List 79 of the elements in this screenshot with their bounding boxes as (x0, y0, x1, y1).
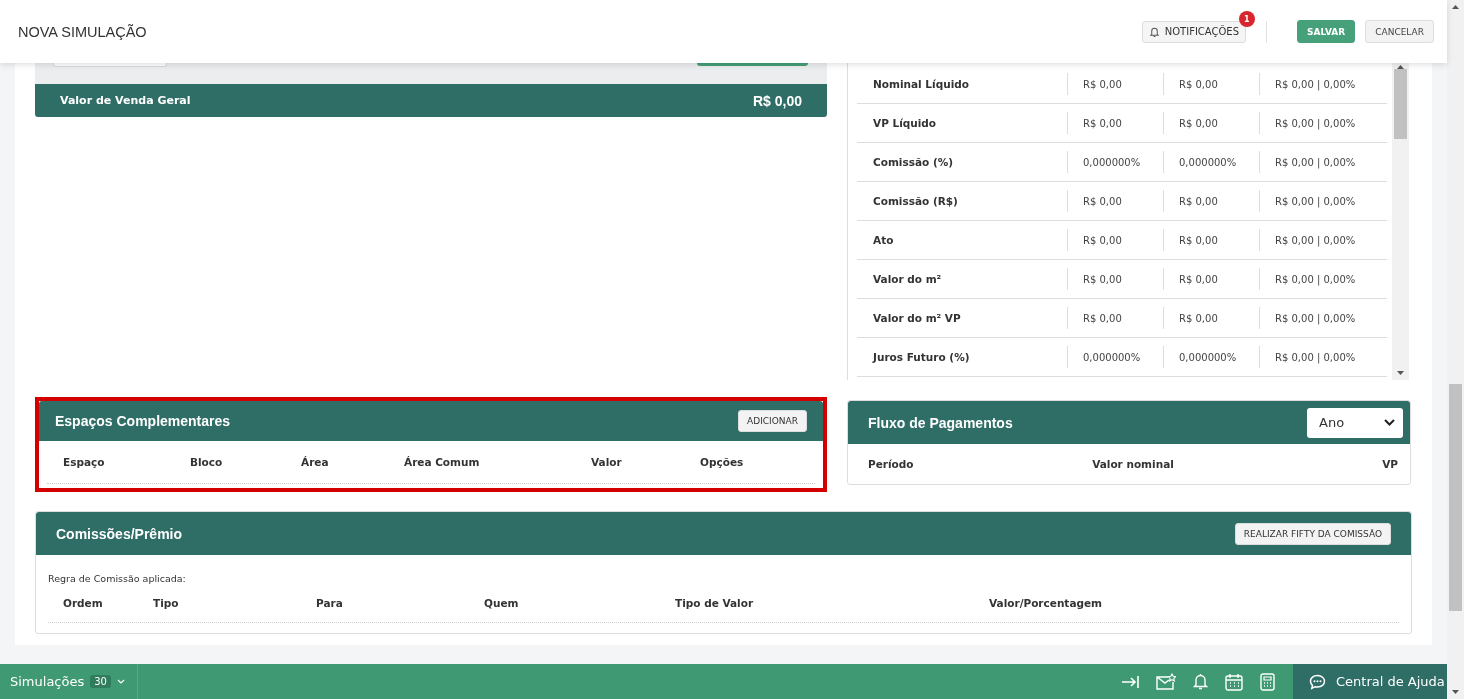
table-cell: R$ 0,00 (1179, 195, 1218, 207)
table-cell: R$ 0,00 (1179, 312, 1218, 324)
chevron-down-icon (116, 679, 125, 684)
row-label: Valor do m² VP (872, 312, 962, 324)
row-label: VP Líquido (872, 117, 938, 129)
chevron-down-icon (1384, 419, 1395, 426)
column-header: Área (301, 456, 330, 468)
notification-count-badge: 1 (1238, 11, 1255, 27)
table-cell: R$ 0,00 (1179, 117, 1218, 129)
column-header: Tipo de Valor (675, 597, 755, 609)
add-button[interactable]: ADICIONAR (738, 410, 807, 432)
table-cell: R$ 0,00 (1083, 117, 1122, 129)
row-label: Comissão (R$) (872, 195, 959, 207)
table-cell: R$ 0,00 (1083, 234, 1122, 246)
row-label: Nominal Líquido (872, 78, 970, 90)
section-title: Fluxo de Pagamentos (868, 414, 1013, 431)
table-cell: R$ 0,00 (1083, 195, 1122, 207)
page-scrollbar[interactable] (1447, 0, 1464, 699)
scroll-down-icon[interactable] (1452, 690, 1459, 694)
column-header: Valor (591, 456, 623, 468)
table-cell: R$ 0,00 (1083, 78, 1122, 90)
column-header: Valor nominal (1091, 458, 1175, 470)
period-select[interactable]: Ano (1307, 407, 1403, 438)
commission-fifty-button[interactable]: REALIZAR FIFTY DA COMISSÃO (1234, 522, 1391, 545)
table-cell: R$ 0,00 (1083, 273, 1122, 285)
arrow-to-bar-icon[interactable] (1121, 674, 1139, 689)
sale-total-value: R$ 0,00 (752, 92, 802, 109)
commission-rule-label: Regra de Comissão aplicada: (47, 572, 187, 584)
bell-icon[interactable] (1193, 673, 1208, 690)
scroll-down-icon[interactable] (1397, 371, 1404, 375)
column-header: Área Comum (404, 456, 481, 468)
table-cell: R$ 0,00 | 0,00% (1275, 273, 1356, 285)
sale-total-label: Valor de Venda Geral (60, 94, 191, 107)
table-cell: R$ 0,00 | 0,00% (1275, 156, 1356, 168)
table-cell: R$ 0,00 | 0,00% (1275, 351, 1356, 363)
table-scrollbar[interactable] (1392, 63, 1409, 380)
table-cell: 0,000000% (1179, 351, 1237, 363)
table-cell: 0,000000% (1083, 351, 1141, 363)
help-center-button[interactable]: Central de Ajuda (1293, 664, 1447, 699)
table-cell: R$ 0,00 | 0,00% (1275, 78, 1356, 90)
table-cell: 0,000000% (1083, 156, 1141, 168)
page-title: NOVA SIMULAÇÃO (18, 23, 148, 40)
table-cell: 0,000000% (1179, 156, 1237, 168)
column-header: Espaço (63, 456, 106, 468)
chat-bubble-icon (1309, 673, 1326, 690)
table-cell: R$ 0,00 (1083, 312, 1122, 324)
row-label: Comissão (%) (872, 156, 955, 168)
column-header: Valor/Porcentagem (989, 597, 1104, 609)
bell-icon (1148, 25, 1160, 38)
table-cell: R$ 0,00 (1179, 234, 1218, 246)
table-cell: R$ 0,00 | 0,00% (1275, 312, 1356, 324)
table-cell: R$ 0,00 (1179, 273, 1218, 285)
column-header: Opções (700, 456, 745, 468)
simulations-count-badge: 30 (90, 675, 111, 688)
column-header: Bloco (190, 456, 224, 468)
table-cell: R$ 0,00 | 0,00% (1275, 195, 1356, 207)
scroll-up-icon[interactable] (1452, 5, 1459, 9)
table-cell: R$ 0,00 | 0,00% (1275, 117, 1356, 129)
column-header: Para (316, 597, 344, 609)
table-cell: R$ 0,00 (1179, 78, 1218, 90)
section-title: Espaços Complementares (55, 413, 231, 429)
simulations-button[interactable]: Simulações 30 (0, 664, 138, 699)
column-header: Tipo (153, 597, 180, 609)
row-label: Valor do m² (872, 273, 943, 285)
table-cell: R$ 0,00 | 0,00% (1275, 234, 1356, 246)
row-label: Ato (872, 234, 895, 246)
scrollbar-thumb[interactable] (1449, 384, 1462, 611)
row-label: Juros Futuro (%) (871, 351, 971, 363)
mail-star-icon[interactable] (1156, 673, 1176, 690)
notifications-button[interactable]: NOTIFICAÇÕES (1141, 20, 1246, 43)
calculator-icon[interactable] (1260, 672, 1275, 691)
column-header: Período (868, 458, 915, 470)
column-header: Quem (484, 597, 520, 609)
column-header: VP (1381, 458, 1398, 470)
column-header: Ordem (63, 597, 104, 609)
scrollbar-thumb[interactable] (1394, 69, 1407, 139)
section-title: Comissões/Prêmio (56, 525, 183, 542)
cancel-button[interactable]: CANCELAR (1365, 20, 1434, 43)
calendar-icon[interactable] (1225, 672, 1243, 691)
